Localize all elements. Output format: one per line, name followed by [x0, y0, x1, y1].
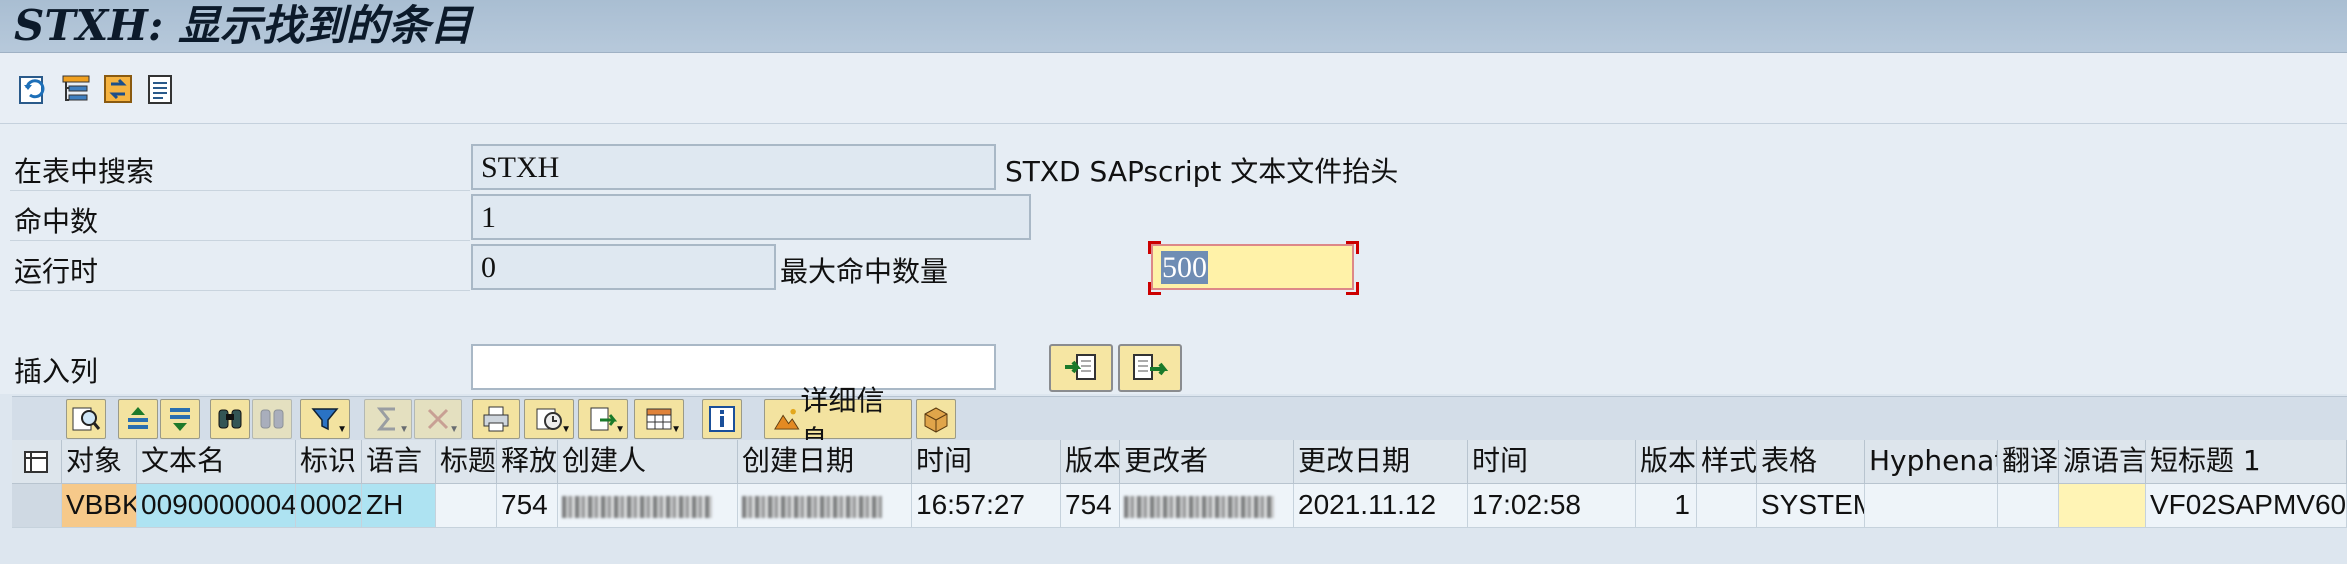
mountain-icon — [774, 408, 800, 430]
dropdown-caret-icon: ▼ — [671, 424, 681, 435]
cell-version[interactable]: 754 — [1061, 484, 1120, 528]
cell-source-language[interactable] — [2059, 484, 2146, 528]
filter-tree-icon[interactable] — [58, 71, 94, 107]
dropdown-caret-icon: ▼ — [615, 424, 625, 435]
column-header[interactable]: 更改日期 — [1294, 440, 1468, 484]
search-table-description: STXD SAPscript 文本文件抬头 — [1005, 155, 1399, 188]
window-title: STXH: 显示找到的条目 — [14, 1, 472, 50]
cell-text-name[interactable]: 0090000004 — [137, 484, 296, 528]
result-grid: 对象 文本名 标识 语言 标题 释放 创建人 创建日期 时间 版本 更改者 更改… — [12, 440, 2347, 564]
cell-short-title[interactable]: VF02SAPMV60A — [2146, 484, 2347, 528]
redacted-text — [1124, 495, 1274, 518]
column-header[interactable]: 创建人 — [558, 440, 738, 484]
views-icon[interactable]: ▼ — [524, 399, 574, 439]
details-zoom-icon[interactable] — [66, 399, 106, 439]
alv-toolbar: ▼ ▼ ▼ ▼ ▼ ▼ 详细信息 — [12, 384, 2347, 457]
select-all-icon[interactable] — [12, 440, 62, 484]
max-hits-label: 最大命中数量 — [780, 255, 949, 288]
cell-hyphenation[interactable] — [1865, 484, 1998, 528]
dropdown-caret-icon: ▼ — [399, 424, 409, 435]
redacted-text — [742, 495, 882, 518]
find-icon[interactable] — [210, 399, 250, 439]
application-toolbar — [0, 53, 2347, 124]
cell-changed-by[interactable] — [1120, 484, 1294, 528]
column-header[interactable]: 表格 — [1757, 440, 1865, 484]
title-bar: STXH: 显示找到的条目 — [0, 0, 2347, 53]
column-header[interactable]: 语言 — [362, 440, 436, 484]
column-header[interactable]: 标识 — [296, 440, 362, 484]
move-right-icon — [1133, 354, 1169, 380]
column-header[interactable]: 版本 — [1636, 440, 1697, 484]
search-table-label: 在表中搜索 — [14, 155, 155, 188]
max-hits-input[interactable]: 500 — [1151, 244, 1354, 290]
column-header[interactable]: 版本 — [1061, 440, 1120, 484]
layout-icon[interactable]: ▼ — [634, 399, 684, 439]
insert-column-label: 插入列 — [14, 355, 99, 388]
dropdown-caret-icon: ▼ — [449, 424, 459, 435]
column-header[interactable]: 标题 — [436, 440, 497, 484]
max-hits-value: 500 — [1161, 251, 1208, 284]
cell-changed-time[interactable]: 17:02:58 — [1468, 484, 1636, 528]
cell-form[interactable]: SYSTEM — [1757, 484, 1865, 528]
runtime-field: 0 — [471, 244, 776, 290]
package-icon[interactable] — [916, 399, 956, 439]
column-header[interactable]: 释放 — [497, 440, 558, 484]
cell-version-2[interactable]: 1 — [1636, 484, 1697, 528]
search-table-field[interactable]: STXH — [471, 144, 996, 190]
row-divider — [10, 240, 470, 241]
cell-object[interactable]: VBBK — [62, 484, 137, 528]
focus-corner — [1346, 282, 1359, 295]
sum-icon[interactable]: ▼ — [364, 399, 412, 439]
cell-style[interactable] — [1697, 484, 1757, 528]
cell-title[interactable] — [436, 484, 497, 528]
row-divider — [10, 190, 470, 191]
subtotal-icon[interactable]: ▼ — [414, 399, 462, 439]
insert-column-input[interactable] — [471, 344, 996, 390]
sort-ascending-icon[interactable] — [118, 399, 158, 439]
refresh-icon[interactable] — [16, 71, 52, 107]
focus-corner — [1346, 241, 1359, 254]
column-header[interactable]: 创建日期 — [738, 440, 912, 484]
cell-created-date[interactable] — [738, 484, 912, 528]
focus-corner — [1148, 282, 1161, 295]
column-header[interactable]: 时间 — [912, 440, 1061, 484]
insert-column-right-button[interactable] — [1118, 344, 1182, 392]
column-header[interactable]: 对象 — [62, 440, 137, 484]
info-icon[interactable] — [702, 399, 742, 439]
cell-created-time[interactable]: 16:57:27 — [912, 484, 1061, 528]
insert-column-left-button[interactable] — [1049, 344, 1113, 392]
hits-label: 命中数 — [14, 205, 99, 238]
focus-corner — [1148, 241, 1161, 254]
runtime-label: 运行时 — [14, 255, 99, 288]
cell-created-by[interactable] — [558, 484, 738, 528]
cell-id[interactable]: 0002 — [296, 484, 362, 528]
column-header[interactable]: 短标题 1 — [2146, 440, 2347, 484]
column-header[interactable]: 源语言 — [2059, 440, 2146, 484]
column-header[interactable]: 更改者 — [1120, 440, 1294, 484]
column-header[interactable]: Hyphenat. — [1865, 440, 1998, 484]
column-header[interactable]: 文本名 — [137, 440, 296, 484]
document-list-icon[interactable] — [142, 71, 178, 107]
export-icon[interactable]: ▼ — [578, 399, 628, 439]
move-left-icon — [1065, 354, 1096, 380]
row-selector[interactable] — [12, 484, 62, 528]
row-divider — [10, 290, 470, 291]
cell-changed-date[interactable]: 2021.11.12 — [1294, 484, 1468, 528]
dropdown-caret-icon: ▼ — [337, 424, 347, 435]
cell-release[interactable]: 754 — [497, 484, 558, 528]
dropdown-caret-icon: ▼ — [561, 424, 571, 435]
cell-language[interactable]: ZH — [362, 484, 436, 528]
print-icon[interactable] — [472, 399, 520, 439]
filter-icon[interactable]: ▼ — [300, 399, 350, 439]
cell-translation[interactable] — [1998, 484, 2059, 528]
sort-descending-icon[interactable] — [160, 399, 200, 439]
find-next-icon[interactable] — [252, 399, 292, 439]
column-header[interactable]: 翻译 — [1998, 440, 2059, 484]
column-header[interactable]: 时间 — [1468, 440, 1636, 484]
switch-icon[interactable] — [100, 71, 136, 107]
detail-info-button[interactable]: 详细信息 — [764, 384, 912, 457]
hits-field: 1 — [471, 194, 1031, 240]
column-header[interactable]: 样式 — [1697, 440, 1757, 484]
redacted-text — [562, 495, 712, 518]
